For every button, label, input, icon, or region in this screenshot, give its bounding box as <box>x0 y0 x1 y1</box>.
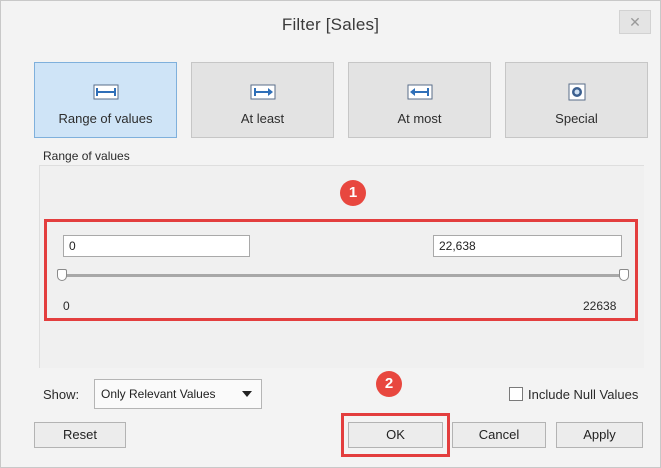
min-value-input[interactable] <box>63 235 250 257</box>
max-value-input[interactable] <box>433 235 622 257</box>
cancel-button[interactable]: Cancel <box>452 422 546 448</box>
callout-badge-2: 2 <box>376 371 402 397</box>
mode-label: At most <box>397 111 442 126</box>
title-bar: Filter [Sales] ✕ <box>1 1 660 49</box>
mode-label: At least <box>240 111 285 126</box>
mode-label: Range of values <box>58 111 153 126</box>
slider-max-label: 22638 <box>583 299 617 313</box>
mode-range-of-values-button[interactable]: Range of values <box>34 62 177 138</box>
include-null-label: Include Null Values <box>528 387 639 402</box>
range-slider-track[interactable] <box>62 274 624 277</box>
section-label: Range of values <box>43 149 130 163</box>
mode-special-button[interactable]: Special <box>505 62 648 138</box>
callout-badge-1: 1 <box>340 180 366 206</box>
chevron-down-icon <box>242 391 252 397</box>
dialog-title: Filter [Sales] <box>281 15 380 34</box>
reset-button[interactable]: Reset <box>34 422 126 448</box>
show-values-dropdown[interactable]: Only Relevant Values <box>94 379 262 409</box>
dropdown-selected-value: Only Relevant Values <box>101 387 216 401</box>
at-most-icon <box>407 84 432 100</box>
ok-button[interactable]: OK <box>348 422 443 448</box>
close-button[interactable]: ✕ <box>619 10 651 34</box>
special-icon <box>568 83 585 101</box>
close-icon: ✕ <box>629 14 641 30</box>
filter-dialog: Filter [Sales] ✕ Range of values At leas… <box>0 0 661 468</box>
apply-button[interactable]: Apply <box>556 422 643 448</box>
slider-min-label: 0 <box>63 299 70 313</box>
mode-label: Special <box>555 111 598 126</box>
range-icon <box>93 84 118 100</box>
show-label: Show: <box>43 387 80 402</box>
include-null-checkbox[interactable] <box>509 387 523 401</box>
slider-min-handle[interactable] <box>57 269 67 281</box>
mode-at-least-button[interactable]: At least <box>191 62 334 138</box>
mode-at-most-button[interactable]: At most <box>348 62 491 138</box>
slider-max-handle[interactable] <box>619 269 629 281</box>
at-least-icon <box>250 84 275 100</box>
